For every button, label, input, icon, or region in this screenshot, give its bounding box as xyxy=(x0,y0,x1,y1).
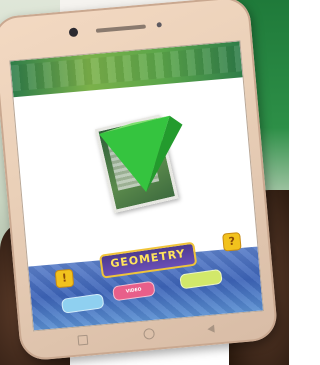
app-header-strip xyxy=(10,41,243,98)
camera-icon xyxy=(68,27,79,38)
phone-screen: ! ? GEOMETRY VIDEO xyxy=(9,40,265,332)
recent-apps-key-icon[interactable] xyxy=(77,334,89,346)
home-key-icon[interactable] xyxy=(143,327,156,340)
help-badge[interactable]: ? xyxy=(222,232,242,252)
speaker-icon xyxy=(95,24,146,33)
smartphone: ! ? GEOMETRY VIDEO xyxy=(0,0,279,362)
photo-scene: ! ? GEOMETRY VIDEO xyxy=(0,0,289,365)
sensor-dot xyxy=(156,22,162,28)
ar-pyramid-model[interactable] xyxy=(91,105,189,203)
info-badge[interactable]: ! xyxy=(54,268,75,289)
back-key-icon[interactable] xyxy=(207,324,215,334)
